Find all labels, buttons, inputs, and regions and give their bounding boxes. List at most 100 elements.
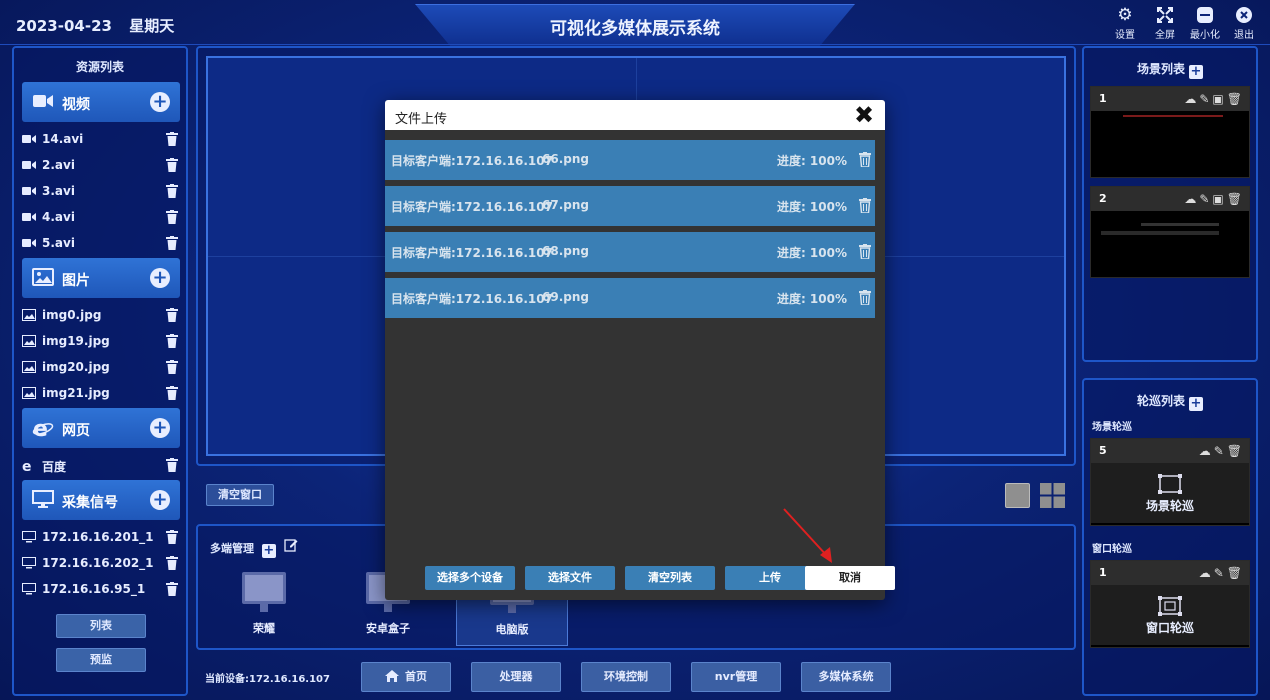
upload-cloud-icon[interactable]: ☁ (1184, 92, 1199, 106)
trash-icon[interactable] (166, 458, 178, 472)
category-image[interactable]: 图片 + (22, 258, 180, 298)
settings-button[interactable]: ⚙ 设置 (1107, 4, 1143, 41)
add-video-icon[interactable]: + (150, 92, 170, 112)
nav-home-button[interactable]: 首页 (361, 662, 451, 692)
minimize-button[interactable]: 最小化 (1187, 4, 1223, 41)
video-file-icon (22, 185, 36, 197)
monitor-icon (22, 531, 36, 543)
add-tour-icon[interactable]: + (1189, 397, 1203, 411)
list-item[interactable]: 2.avi (22, 156, 182, 176)
add-capture-icon[interactable]: + (150, 490, 170, 510)
trash-icon[interactable] (166, 158, 178, 172)
minimize-icon (1187, 4, 1223, 26)
window-tour-card[interactable]: 1 ☁✎🗑 窗口轮巡 (1090, 560, 1250, 648)
list-item[interactable]: e 百度 (22, 456, 182, 476)
preview-button[interactable]: 预监 (56, 648, 146, 672)
trash-icon[interactable] (859, 198, 871, 214)
upload-cloud-icon[interactable]: ☁ (1199, 566, 1214, 580)
list-item[interactable]: 5.avi (22, 234, 182, 254)
trash-icon[interactable] (859, 152, 871, 168)
cancel-button[interactable]: 取消 (805, 566, 895, 590)
trash-icon[interactable]: 🗑 (1227, 92, 1245, 106)
trash-icon[interactable] (166, 236, 178, 250)
nav-environment-button[interactable]: 环境控制 (581, 662, 671, 692)
trash-icon[interactable] (166, 530, 178, 544)
add-terminal-icon[interactable]: + (261, 544, 276, 558)
trash-icon[interactable]: 🗑 (1227, 566, 1245, 580)
category-capture[interactable]: 采集信号 + (22, 480, 180, 520)
list-item[interactable]: 172.16.16.95_1 (22, 580, 182, 600)
save-icon[interactable]: ▣ (1212, 92, 1226, 106)
scene-tour-card[interactable]: 5 ☁✎🗑 场景轮巡 (1090, 438, 1250, 526)
device-label: 电脑版 (495, 623, 529, 636)
category-web[interactable]: e 网页 + (22, 408, 180, 448)
select-multiple-devices-button[interactable]: 选择多个设备 (425, 566, 515, 590)
tour-body: 窗口轮巡 (1091, 585, 1249, 645)
trash-icon[interactable] (166, 582, 178, 596)
image-file-name: img19.jpg (42, 334, 110, 348)
list-item[interactable]: 4.avi (22, 208, 182, 228)
video-file-name: 5.avi (42, 236, 75, 250)
nav-processor-button[interactable]: 处理器 (471, 662, 561, 692)
edit-icon[interactable]: ✎ (1214, 566, 1227, 580)
upload-row[interactable]: 目标客户端:172.16.16.107 67.png 进度: 100% (385, 186, 875, 226)
trash-icon[interactable] (859, 244, 871, 260)
image-file-name: img0.jpg (42, 308, 102, 322)
trash-icon[interactable] (166, 308, 178, 322)
trash-icon[interactable] (166, 360, 178, 374)
upload-progress: 进度: 100% (776, 292, 847, 306)
upload-cloud-icon[interactable]: ☁ (1199, 444, 1214, 458)
edit-icon[interactable]: ✎ (1199, 192, 1212, 206)
list-item[interactable]: 172.16.16.201_1 (22, 528, 182, 548)
add-web-icon[interactable]: + (150, 418, 170, 438)
upload-button[interactable]: 上传 (725, 566, 815, 590)
trash-icon[interactable] (166, 210, 178, 224)
upload-row[interactable]: 目标客户端:172.16.16.107 66.png 进度: 100% (385, 140, 875, 180)
trash-icon[interactable] (859, 290, 871, 306)
trash-icon[interactable] (166, 334, 178, 348)
minimize-label: 最小化 (1190, 30, 1220, 41)
scene-card[interactable]: 2 ☁✎▣🗑 (1090, 186, 1250, 278)
clear-list-button[interactable]: 清空列表 (625, 566, 715, 590)
single-layout-icon[interactable] (1005, 483, 1030, 508)
trash-icon[interactable] (166, 132, 178, 146)
list-item[interactable]: 3.avi (22, 182, 182, 202)
clear-windows-button[interactable]: 清空窗口 (206, 484, 274, 506)
select-file-button[interactable]: 选择文件 (525, 566, 615, 590)
add-scene-icon[interactable]: + (1189, 65, 1203, 79)
edit-icon[interactable]: ✎ (1214, 444, 1227, 458)
exit-button[interactable]: 退出 (1226, 4, 1262, 41)
list-button[interactable]: 列表 (56, 614, 146, 638)
upload-cloud-icon[interactable]: ☁ (1184, 192, 1199, 206)
list-item[interactable]: 172.16.16.202_1 (22, 554, 182, 574)
upload-row[interactable]: 目标客户端:172.16.16.107 69.png 进度: 100% (385, 278, 875, 318)
trash-icon[interactable]: 🗑 (1227, 444, 1245, 458)
close-icon[interactable]: ✖ (853, 102, 875, 128)
tour-label: 窗口轮巡 (1145, 621, 1194, 635)
video-file-icon (22, 133, 36, 145)
upload-row[interactable]: 目标客户端:172.16.16.107 68.png 进度: 100% (385, 232, 875, 272)
save-icon[interactable]: ▣ (1212, 192, 1226, 206)
list-item[interactable]: img0.jpg (22, 306, 182, 326)
trash-icon[interactable] (166, 556, 178, 570)
list-item[interactable]: img21.jpg (22, 384, 182, 404)
trash-icon[interactable] (166, 386, 178, 400)
dialog-title: 文件上传 (395, 112, 448, 127)
scene-card[interactable]: 1 ☁✎▣🗑 (1090, 86, 1250, 178)
grid-layout-icon[interactable] (1040, 483, 1065, 508)
trash-icon[interactable]: 🗑 (1227, 192, 1245, 206)
exit-label: 退出 (1234, 30, 1254, 41)
fullscreen-button[interactable]: 全屏 (1147, 4, 1183, 41)
nav-multimedia-button[interactable]: 多媒体系统 (801, 662, 891, 692)
list-item[interactable]: img20.jpg (22, 358, 182, 378)
edit-icon[interactable]: ✎ (1199, 92, 1212, 106)
category-video[interactable]: 视频 + (22, 82, 180, 122)
device-stand (508, 605, 516, 613)
add-image-icon[interactable]: + (150, 268, 170, 288)
trash-icon[interactable] (166, 184, 178, 198)
device-honor[interactable]: 荣耀 (208, 566, 320, 646)
edit-icon[interactable] (284, 538, 298, 555)
list-item[interactable]: 14.avi (22, 130, 182, 150)
list-item[interactable]: img19.jpg (22, 332, 182, 352)
nav-nvr-button[interactable]: nvr管理 (691, 662, 781, 692)
